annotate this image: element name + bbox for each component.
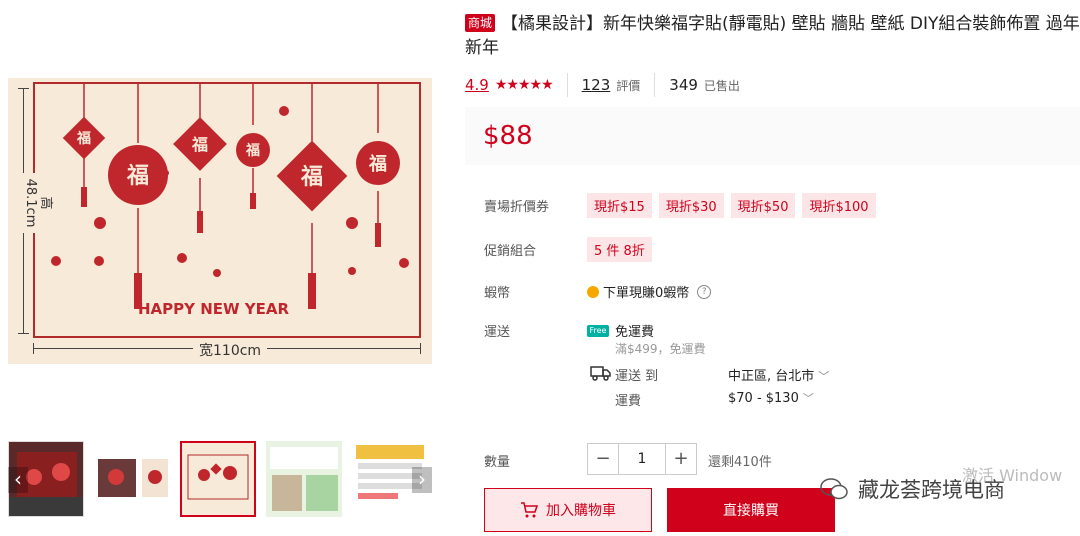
coin-icon [587, 285, 599, 298]
fee-label: 運費 [615, 394, 642, 409]
fu-char: 福 [368, 153, 387, 175]
fu-char: 福 [300, 164, 323, 190]
watermark: 藏龙荟跨境电商 [820, 474, 1005, 504]
image-caption: HAPPY NEW YEAR [138, 300, 290, 318]
fee-value: $70 - $130 [728, 391, 799, 406]
coins-text: 下單現賺0蝦幣 [603, 286, 690, 301]
coins-info: 下單現賺0蝦幣 ? [587, 282, 712, 301]
height-label: 高48.1cm [23, 173, 57, 233]
combo-chip[interactable]: 5 件 8折 [587, 237, 652, 262]
chevron-down-icon: ﹀ [818, 370, 830, 383]
increase-button[interactable]: + [666, 444, 696, 474]
rating-row: 4.9 ★★★★★ 123 評價 349 已售出 [465, 73, 740, 97]
price-box: $88 [465, 107, 1080, 165]
coins-label: 蝦幣 [484, 286, 511, 301]
price: $88 [483, 121, 533, 151]
fu-char: 福 [245, 142, 260, 159]
rating-value[interactable]: 4.9 [465, 76, 489, 94]
reviews-label: 評價 [616, 78, 641, 93]
shipping-label: 運送 [484, 325, 511, 340]
voucher-list: 現折$15 現折$30 現折$50 現折$100 [587, 193, 883, 218]
free-shipping-text: 免運費 [615, 325, 655, 340]
product-title: 【橘果設計】新年快樂福字貼(靜電貼) 壁貼 牆貼 壁紙 DIY組合裝飾佈置 過年… [465, 14, 1080, 58]
sold-count: 349 [669, 76, 698, 94]
truck-icon [590, 366, 611, 381]
add-to-cart-label: 加入購物車 [546, 503, 616, 519]
quantity-input[interactable]: 1 [618, 444, 666, 474]
fee-select[interactable]: $70 - $130 ﹀ [728, 390, 814, 406]
quantity-label: 數量 [484, 455, 511, 470]
wechat-icon [820, 478, 848, 500]
add-to-cart-button[interactable]: 加入購物車 [484, 488, 652, 532]
thumbnail-2[interactable] [94, 441, 170, 517]
fu-char: 福 [126, 163, 149, 189]
voucher-chip[interactable]: 現折$100 [802, 193, 876, 218]
fu-char: 福 [191, 135, 208, 154]
ship-to-value: 中正區, 台北市 [728, 369, 815, 384]
thumbnail-next-arrow[interactable]: › [412, 467, 432, 493]
sold-label: 已售出 [703, 78, 740, 93]
mall-badge: 商城 [465, 14, 496, 32]
thumbnail-3[interactable] [180, 441, 256, 517]
divider [654, 73, 656, 97]
thumbnail-4[interactable] [266, 441, 342, 517]
divider [566, 73, 568, 97]
ship-to-label: 運送 到 [615, 369, 659, 384]
product-title-block: 商城 【橘果設計】新年快樂福字貼(靜電貼) 壁貼 牆貼 壁紙 DIY組合裝飾佈置 … [465, 12, 1080, 60]
thumbnail-prev-arrow[interactable]: ‹ [8, 467, 28, 493]
voucher-chip[interactable]: 現折$50 [730, 193, 796, 218]
star-rating-icon: ★★★★★ [494, 77, 554, 93]
free-shipping-icon: Free [587, 324, 609, 337]
decoration-art: 福 福 福 福 福 福 [51, 83, 409, 309]
decrease-button[interactable]: − [588, 444, 618, 474]
combo-label: 促銷組合 [484, 244, 537, 259]
help-icon[interactable]: ? [697, 284, 712, 299]
buy-now-label: 直接購買 [723, 503, 779, 519]
thumbnail-strip: ‹ › [8, 441, 434, 519]
width-dimension: 宽110cm [33, 340, 421, 360]
width-label: 宽110cm [193, 340, 268, 360]
watermark-text: 藏龙荟跨境电商 [858, 478, 1005, 502]
voucher-label: 賣場折價券 [484, 200, 550, 215]
height-dimension: 高48.1cm [16, 88, 57, 334]
free-shipping-condition: 滿$499，免運費 [615, 342, 706, 356]
stock-text: 還剩410件 [708, 455, 772, 470]
voucher-chip[interactable]: 現折$15 [587, 193, 652, 218]
reviews-count[interactable]: 123 [582, 76, 611, 94]
quantity-stepper: − 1 + [587, 443, 697, 475]
buy-now-button[interactable]: 直接購買 [667, 488, 835, 532]
main-product-image[interactable]: 福 福 福 福 福 福 HAPPY NEW YEAR 高48.1cm 宽110c… [8, 78, 432, 364]
cart-icon [521, 502, 538, 518]
chevron-down-icon: ﹀ [802, 392, 814, 405]
voucher-chip[interactable]: 現折$30 [658, 193, 724, 218]
free-shipping: Free 免運費 [587, 321, 654, 340]
ship-to-select[interactable]: 中正區, 台北市 ﹀ [728, 365, 829, 384]
fu-char: 福 [76, 130, 91, 147]
